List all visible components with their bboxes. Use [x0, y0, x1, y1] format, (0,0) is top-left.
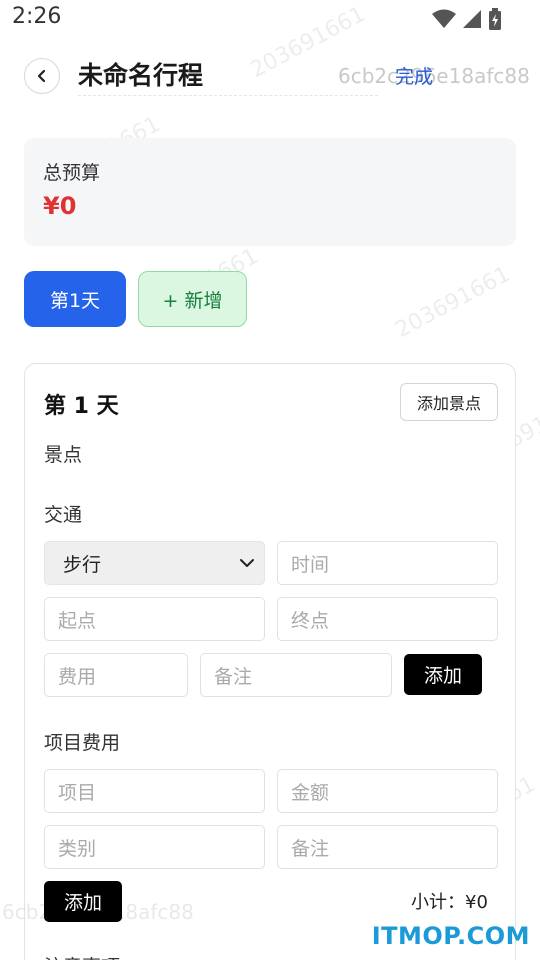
- site-logo: ITMOP.COM: [371, 922, 530, 950]
- back-button[interactable]: [24, 58, 60, 94]
- status-bar: 2:26: [0, 0, 540, 38]
- budget-value: ¥0: [43, 192, 77, 220]
- battery-icon: [489, 8, 501, 30]
- title-underline: [78, 95, 378, 96]
- wifi-icon: [432, 9, 456, 28]
- trip-id: 6cb2c296e18afc88: [338, 64, 530, 88]
- add-transport-button[interactable]: 添加: [404, 654, 482, 695]
- transport-time-input[interactable]: 时间: [277, 541, 498, 585]
- trip-title-input[interactable]: 未命名行程: [78, 56, 203, 92]
- day-card: 第 1 天 添加景点 景点 交通 步行 时间 起点 终点 费用 备注 添加 项目…: [24, 363, 516, 960]
- add-spot-button[interactable]: 添加景点: [400, 383, 498, 421]
- watermark: 203691661: [391, 261, 515, 344]
- notes-label: 注意事项: [44, 952, 120, 960]
- budget-card: 总预算 ¥0: [24, 138, 516, 246]
- transport-note-input[interactable]: 备注: [200, 653, 392, 697]
- signal-icon: [463, 10, 481, 28]
- chevron-left-icon: [37, 69, 46, 83]
- add-day-button[interactable]: + 新增: [138, 271, 247, 327]
- expense-subtotal: 小计：¥0: [411, 892, 488, 913]
- spots-label: 景点: [44, 444, 83, 466]
- expense-item-input[interactable]: 项目: [44, 769, 265, 813]
- transport-start-input[interactable]: 起点: [44, 597, 265, 641]
- done-button[interactable]: 完成: [395, 62, 433, 89]
- app-screen: 203691661 203691661 203691661 203691661 …: [0, 0, 540, 960]
- budget-label: 总预算: [43, 162, 101, 184]
- transport-mode-value: 步行: [63, 553, 102, 576]
- header: 未命名行程 6cb2c296e18afc88 完成: [0, 50, 540, 104]
- transport-end-input[interactable]: 终点: [277, 597, 498, 641]
- transport-cost-input[interactable]: 费用: [44, 653, 188, 697]
- chevron-down-icon: [240, 559, 254, 567]
- expense-category-input[interactable]: 类别: [44, 825, 265, 869]
- add-expense-button[interactable]: 添加: [44, 881, 122, 922]
- expense-amount-input[interactable]: 金额: [277, 769, 498, 813]
- transport-mode-select[interactable]: 步行: [44, 541, 265, 585]
- status-icons: [432, 8, 502, 30]
- day-heading: 第 1 天: [44, 394, 119, 419]
- tab-day-1[interactable]: 第1天: [24, 271, 126, 327]
- status-time: 2:26: [12, 4, 62, 29]
- expense-label: 项目费用: [44, 732, 121, 754]
- transport-label: 交通: [44, 504, 83, 526]
- expense-note-input[interactable]: 备注: [277, 825, 498, 869]
